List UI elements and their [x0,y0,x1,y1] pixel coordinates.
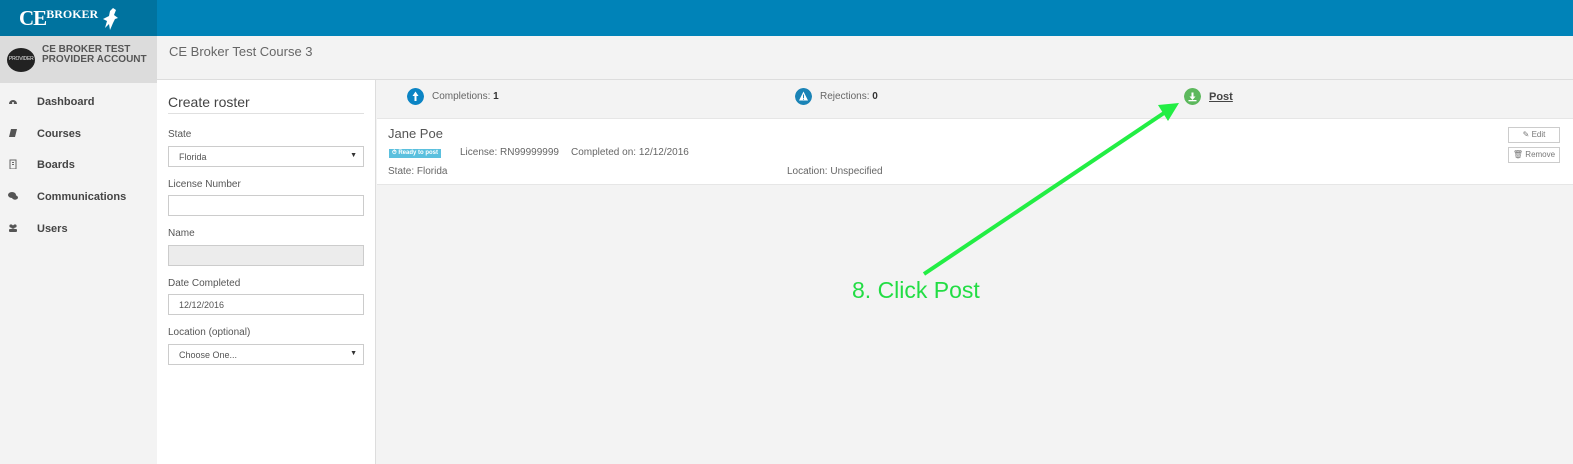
entry-license: License: RN99999999 [460,147,559,158]
remove-button[interactable]: 🗑 Remove [1508,147,1560,163]
entry-state: State: Florida [388,166,448,177]
annotation-label: 8. Click Post [852,277,980,303]
sidebar-item-label: Boards [37,159,75,171]
logo-broker-text: BROKER [46,7,99,21]
date-completed-value: 12/12/2016 [179,300,225,310]
sidebar-item-dashboard[interactable]: Dashboard [0,91,157,113]
rejections-text: Rejections: 0 [820,91,878,102]
book-icon [9,129,17,137]
page-title: CE Broker Test Course 3 [169,44,313,59]
account-block[interactable]: PROVIDER CE BROKER TEST PROVIDER ACCOUNT [0,36,157,83]
logo-figure-icon [103,8,118,30]
entry-name: Jane Poe [388,126,443,141]
sidebar-item-label: Communications [37,191,127,203]
chevron-down-icon: ▼ [350,152,357,159]
location-select[interactable]: Choose One... ▼ [168,344,364,365]
logo-area[interactable]: CEBROKER [0,0,157,36]
status-badge: ⏱ Ready to post [389,149,442,158]
sidebar-item-users[interactable]: Users [0,218,157,240]
roster-content: Completions: 1 Rejections: 0 Post Jane P… [377,80,1573,464]
entry-completed-date: Completed on: 12/12/2016 [571,147,689,158]
sidebar-item-boards[interactable]: Boards [0,154,157,176]
dashboard-icon [9,100,17,104]
sidebar: PROVIDER CE BROKER TEST PROVIDER ACCOUNT… [0,36,157,464]
main-header: CE Broker Test Course 3 [157,36,1573,80]
download-icon[interactable] [1184,88,1201,105]
completions-text: Completions: 1 [432,91,499,102]
roster-entry: Jane Poe ⏱ Ready to post License: RN9999… [377,118,1573,185]
sidebar-item-label: Users [37,223,68,235]
sidebar-item-label: Dashboard [37,96,95,108]
building-icon [9,159,17,169]
post-link[interactable]: Post [1209,91,1233,103]
date-completed-label: Date Completed [168,278,241,289]
sidebar-item-label: Courses [37,128,82,140]
name-input [168,245,364,266]
form-title-divider [168,113,364,114]
state-select[interactable]: Florida ▼ [168,146,364,167]
state-label: State [168,129,192,140]
date-completed-input[interactable]: 12/12/2016 [168,294,364,315]
form-title: Create roster [168,94,250,110]
chat-icon [8,192,18,200]
chevron-down-icon: ▼ [350,350,357,357]
top-navbar: CEBROKER [0,0,1573,36]
location-select-value: Choose One... [179,350,238,360]
create-roster-panel: Create roster State Florida ▼ License Nu… [157,80,376,464]
roster-stats-bar: Completions: 1 Rejections: 0 Post [377,80,1573,118]
entry-location: Location: Unspecified [787,166,883,177]
sidebar-item-courses[interactable]: Courses [0,123,157,145]
ce-broker-logo[interactable]: CEBROKER [19,6,118,31]
logo-ce-text: CE [19,6,47,30]
avatar-text: PROVIDER [9,56,34,62]
avatar: PROVIDER [7,48,35,72]
account-name: CE BROKER TEST PROVIDER ACCOUNT [42,45,147,65]
users-icon [9,224,17,232]
edit-button[interactable]: ✎ Edit [1508,127,1560,143]
completions-icon [407,88,424,105]
account-name-line2: PROVIDER ACCOUNT [42,54,147,65]
location-label: Location (optional) [168,327,251,338]
sidebar-item-communications[interactable]: Communications [0,186,157,208]
license-number-input[interactable] [168,195,364,216]
license-number-label: License Number [168,179,241,190]
state-select-value: Florida [179,152,207,162]
warning-icon [795,88,812,105]
name-label: Name [168,228,195,239]
